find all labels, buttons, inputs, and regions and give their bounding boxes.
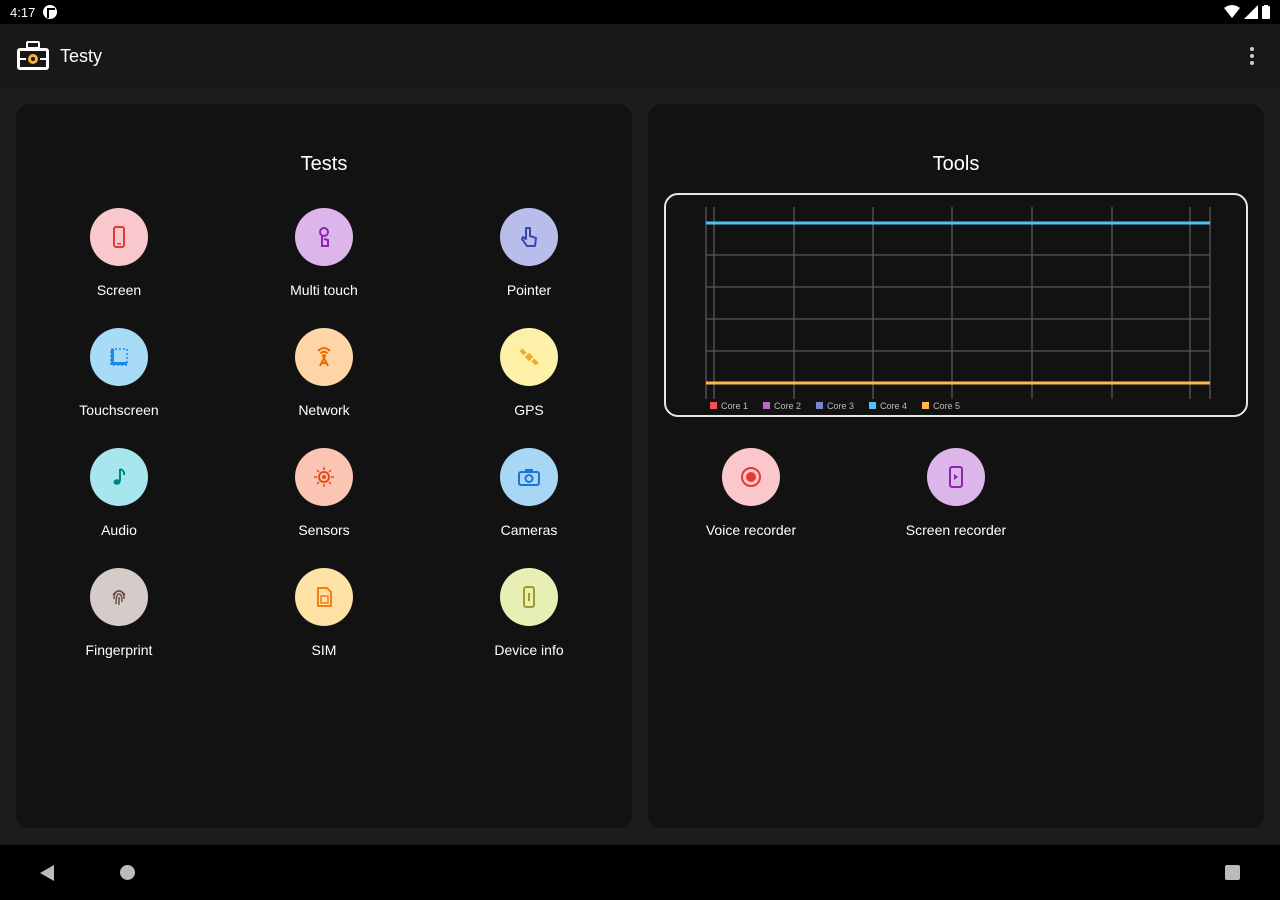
chart-legend-swatch — [922, 402, 929, 409]
overflow-dot — [1250, 61, 1254, 65]
navigation-bar — [0, 845, 1280, 900]
chart-legend-swatch — [869, 402, 876, 409]
battery-icon — [1262, 5, 1270, 19]
app-title: Testy — [60, 45, 103, 66]
chart-legend-label: Core 4 — [880, 401, 907, 411]
test-icon-circle — [295, 208, 353, 266]
cpu-chart-svg: Core 1 Core 2 Core 3 Core 4 Core 5 — [705, 207, 1211, 411]
tool-tile-screen-recorder[interactable]: Screen recorder — [891, 448, 1021, 548]
music-note-icon — [113, 468, 126, 485]
test-icon-circle — [90, 208, 148, 266]
test-tile-sensors[interactable]: Sensors — [259, 448, 389, 548]
test-tile-fingerprint[interactable]: Fingerprint — [54, 568, 184, 668]
chart-legend-label: Core 1 — [721, 401, 748, 411]
tool-label: Voice recorder — [705, 522, 797, 538]
satellite-icon — [519, 348, 539, 366]
phone-icon — [113, 226, 125, 248]
app-bar: Testy — [0, 24, 1280, 88]
recents-button[interactable] — [1225, 865, 1240, 880]
fingerprint-icon — [112, 590, 126, 605]
test-tile-device-info[interactable]: Device info — [464, 568, 594, 668]
chart-legend-label: Core 5 — [933, 401, 960, 411]
multi-touch-icon — [319, 227, 329, 247]
tool-icon-circle — [722, 448, 780, 506]
tools-panel: Tools Core 1 Core 2 Core 3 Core 4 Core 5 Voi… — [648, 104, 1264, 828]
test-label: Multi touch — [290, 282, 358, 298]
tool-icon-circle — [927, 448, 985, 506]
test-icon-circle — [295, 568, 353, 626]
test-tile-pointer[interactable]: Pointer — [464, 208, 594, 308]
test-tile-touchscreen[interactable]: Touchscreen — [54, 328, 184, 428]
main-content: Tests Screen Multi touch Pointer Touchsc… — [0, 88, 1280, 845]
tool-label: Screen recorder — [905, 522, 1007, 538]
test-label: Sensors — [298, 522, 350, 538]
status-time: 4:17 — [10, 4, 36, 20]
test-label: GPS — [514, 402, 544, 418]
cpu-chart[interactable]: Core 1 Core 2 Core 3 Core 4 Core 5 — [664, 193, 1248, 417]
chart-legend-swatch — [763, 402, 770, 409]
test-icon-circle — [500, 208, 558, 266]
wifi-icon — [1224, 5, 1240, 18]
test-icon-circle — [500, 448, 558, 506]
toolbox-icon — [17, 41, 49, 70]
test-tile-sim[interactable]: SIM — [259, 568, 389, 668]
touchscreen-icon — [110, 348, 128, 366]
pointer-hand-icon — [521, 227, 537, 247]
test-icon-circle — [500, 568, 558, 626]
test-icon-circle — [90, 328, 148, 386]
chart-legend-label: Core 3 — [827, 401, 854, 411]
camera-icon — [518, 469, 540, 486]
chart-legend-label: Core 2 — [774, 401, 801, 411]
tool-tile-voice-recorder[interactable]: Voice recorder — [686, 448, 816, 548]
test-label: Cameras — [500, 522, 558, 538]
back-button[interactable] — [40, 865, 54, 881]
test-label: Fingerprint — [85, 642, 153, 658]
test-icon-circle — [90, 568, 148, 626]
network-antenna-icon — [317, 347, 331, 367]
device-info-icon — [523, 586, 535, 608]
test-label: Device info — [494, 642, 564, 658]
screen-recorder-icon — [949, 466, 963, 488]
test-tile-network[interactable]: Network — [259, 328, 389, 428]
test-label: Pointer — [506, 282, 552, 298]
test-icon-circle — [295, 448, 353, 506]
test-label: Touchscreen — [79, 402, 159, 418]
test-tile-audio[interactable]: Audio — [54, 448, 184, 548]
test-tile-screen[interactable]: Screen — [54, 208, 184, 308]
test-icon-circle — [90, 448, 148, 506]
signal-icon — [1244, 5, 1258, 19]
test-icon-circle — [500, 328, 558, 386]
tests-title: Tests — [300, 153, 348, 175]
status-icons — [1224, 5, 1270, 19]
chart-legend-swatch — [816, 402, 823, 409]
tools-title: Tools — [932, 153, 980, 175]
test-tile-gps[interactable]: GPS — [464, 328, 594, 428]
overflow-dot — [1250, 54, 1254, 58]
status-bar: 4:17 — [0, 0, 1280, 24]
record-icon — [741, 467, 761, 487]
sim-card-icon — [317, 587, 332, 607]
test-tile-cameras[interactable]: Cameras — [464, 448, 594, 548]
tests-panel: Tests Screen Multi touch Pointer Touchsc… — [16, 104, 632, 828]
test-icon-circle — [295, 328, 353, 386]
overflow-dot — [1250, 47, 1254, 51]
test-label: Network — [298, 402, 350, 418]
test-tile-multi-touch[interactable]: Multi touch — [259, 208, 389, 308]
test-label: Screen — [96, 282, 142, 298]
home-button[interactable] — [120, 865, 135, 880]
sensor-icon — [314, 467, 334, 487]
overflow-menu-button[interactable] — [1240, 44, 1264, 68]
test-label: Audio — [101, 522, 137, 538]
test-label: SIM — [311, 642, 337, 658]
chart-legend-swatch — [710, 402, 717, 409]
notification-app-icon — [43, 5, 58, 19]
